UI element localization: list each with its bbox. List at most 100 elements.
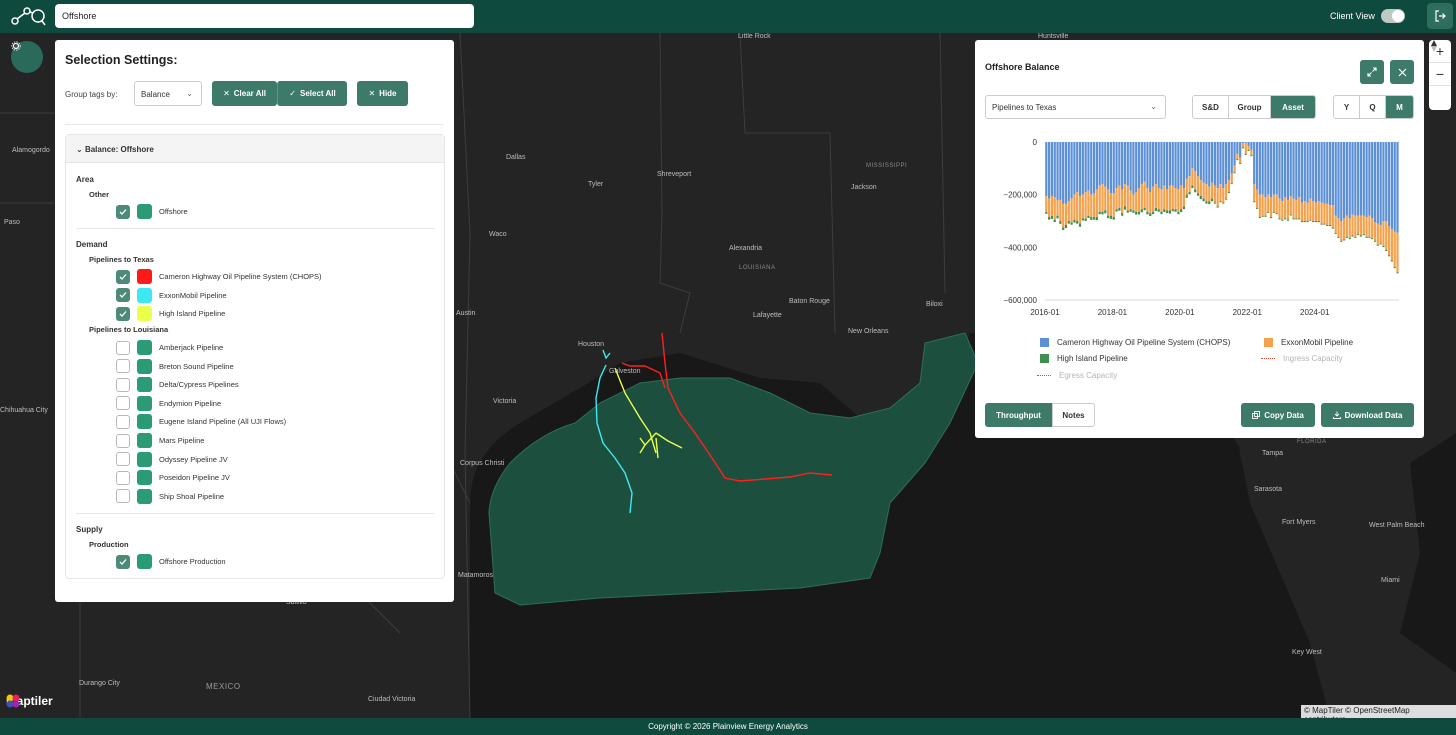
tree-item[interactable]: ExxonMobil Pipeline — [116, 287, 227, 303]
tree-item[interactable]: Amberjack Pipeline — [116, 340, 223, 355]
color-swatch[interactable] — [137, 269, 152, 284]
tree-item[interactable]: Poseidon Pipeline JV — [116, 470, 230, 486]
tree-item[interactable]: Cameron Highway Oil Pipeline System (CHO… — [116, 269, 322, 284]
tab-sd[interactable]: S&D — [1193, 96, 1229, 118]
color-swatch[interactable] — [137, 414, 152, 430]
color-swatch[interactable] — [137, 358, 152, 374]
checkbox[interactable] — [116, 433, 130, 448]
expand-button[interactable] — [1360, 60, 1384, 84]
color-swatch[interactable] — [137, 340, 152, 355]
bar-segment — [1373, 222, 1377, 241]
tab-group[interactable]: Group — [1229, 96, 1271, 118]
bar-segment — [1157, 188, 1160, 210]
checkbox[interactable] — [116, 269, 130, 284]
color-swatch[interactable] — [137, 204, 152, 219]
tree-item[interactable]: High Island Pipeline — [116, 306, 225, 322]
checkbox[interactable] — [116, 306, 130, 321]
checkbox[interactable] — [116, 288, 130, 303]
bar-segment — [1275, 213, 1278, 215]
legend-item-exxonmobil[interactable]: ExxonMobil Pipeline — [1264, 338, 1353, 347]
bar-segment — [1196, 142, 1200, 177]
legend-item-ingress-capacity[interactable]: Ingress Capacity — [1261, 354, 1343, 363]
tab-asset[interactable]: Asset — [1271, 96, 1315, 118]
group-tags-select[interactable]: Balance ⌄ — [134, 81, 202, 106]
balance-chart[interactable]: 0 −200,000 −400,000 −600,000 2016-01 2018-01 2… — [975, 130, 1424, 315]
notes-tab[interactable]: Notes — [1052, 403, 1095, 427]
checkbox[interactable] — [116, 554, 130, 569]
bar-segment — [1067, 142, 1070, 202]
map-attribution[interactable]: © MapTiler © OpenStreetMap contributors — [1301, 705, 1456, 718]
client-view-toggle[interactable] — [1381, 9, 1405, 23]
tree-item[interactable]: Ship Shoal Pipeline — [116, 488, 224, 504]
settings-button[interactable] — [11, 41, 43, 73]
bar-segment — [1151, 186, 1155, 212]
tree-item[interactable]: Delta/Cypress Pipelines — [116, 377, 239, 393]
network-logo-icon[interactable] — [10, 3, 46, 29]
color-swatch[interactable] — [137, 470, 152, 486]
bar-segment — [1154, 142, 1157, 185]
bar-segment — [1337, 236, 1340, 238]
bar-segment — [1076, 221, 1079, 224]
color-swatch[interactable] — [137, 395, 152, 411]
color-swatch[interactable] — [137, 488, 152, 504]
bar-segment — [1154, 207, 1157, 211]
checkbox[interactable] — [116, 377, 130, 392]
bar-segment — [1253, 184, 1256, 202]
color-swatch[interactable] — [137, 451, 152, 467]
compass-button[interactable] — [1429, 40, 1451, 109]
hide-button[interactable]: ✕ Hide — [357, 81, 408, 106]
atlantic-water — [1400, 433, 1456, 673]
throughput-tab[interactable]: Throughput — [985, 403, 1052, 427]
color-swatch[interactable] — [137, 306, 152, 322]
select-all-button[interactable]: ✓ Select All — [277, 81, 347, 106]
bar-segment — [1258, 194, 1261, 218]
legend-item-chops[interactable]: Cameron Highway Oil Pipeline System (CHO… — [1040, 338, 1230, 347]
bar-segment — [1216, 188, 1219, 207]
tree-item[interactable]: Offshore Production — [116, 554, 226, 569]
tab-m[interactable]: M — [1386, 96, 1413, 118]
color-swatch[interactable] — [137, 287, 152, 303]
bar-segment — [1168, 210, 1172, 214]
checkbox[interactable] — [116, 340, 130, 355]
color-swatch[interactable] — [137, 554, 152, 569]
logout-button[interactable] — [1427, 3, 1453, 29]
clear-all-button[interactable]: ✕ Clear All — [212, 81, 277, 106]
bar-segment — [1233, 172, 1236, 174]
checkbox[interactable] — [116, 414, 130, 429]
bar-segment — [1244, 142, 1247, 144]
tree-item[interactable]: Offshore — [116, 204, 188, 219]
bar-segment — [1309, 142, 1312, 199]
bar-segment — [1337, 142, 1340, 219]
download-data-button[interactable]: Download Data — [1321, 403, 1414, 427]
copy-data-button[interactable]: Copy Data — [1241, 403, 1315, 427]
tree-item[interactable]: Odyssey Pipeline JV — [116, 451, 228, 467]
tree-item[interactable]: Mars Pipeline — [116, 433, 204, 448]
tab-y[interactable]: Y — [1334, 96, 1360, 118]
checkbox[interactable] — [116, 204, 130, 219]
legend-item-egress-capacity[interactable]: Egress Capacity — [1037, 371, 1117, 380]
bar-segment — [1098, 185, 1101, 212]
bar-segment — [1314, 142, 1318, 203]
zoom-out-button[interactable]: − — [1429, 63, 1451, 86]
color-swatch[interactable] — [137, 433, 152, 448]
tree-item[interactable]: Eugene Island Pipeline (All UJI Flows) — [116, 414, 286, 430]
tab-q[interactable]: Q — [1360, 96, 1386, 118]
chart-group-select[interactable]: Pipelines to Texas ⌄ — [985, 95, 1166, 119]
close-button[interactable] — [1390, 60, 1414, 84]
color-swatch[interactable] — [137, 377, 152, 393]
maptiler-logo[interactable]: maptiler — [6, 694, 53, 708]
chevron-down-icon: ⌄ — [1150, 102, 1157, 111]
checkbox[interactable] — [116, 396, 130, 411]
bar-segment — [1320, 223, 1323, 225]
checkbox[interactable] — [116, 452, 130, 467]
tree-item[interactable]: Endymion Pipeline — [116, 395, 221, 411]
tree-section-header[interactable]: ⌄ Balance: Offshore — [66, 135, 444, 163]
checkbox[interactable] — [116, 359, 130, 374]
tree-item[interactable]: Breton Sound Pipeline — [116, 358, 234, 374]
legend-item-high-island[interactable]: High Island Pipeline — [1040, 354, 1128, 363]
search-input[interactable] — [55, 4, 474, 28]
checkbox[interactable] — [116, 489, 130, 504]
checkbox[interactable] — [116, 470, 130, 485]
bar-segment — [1312, 201, 1315, 221]
bar-segment — [1222, 202, 1225, 204]
